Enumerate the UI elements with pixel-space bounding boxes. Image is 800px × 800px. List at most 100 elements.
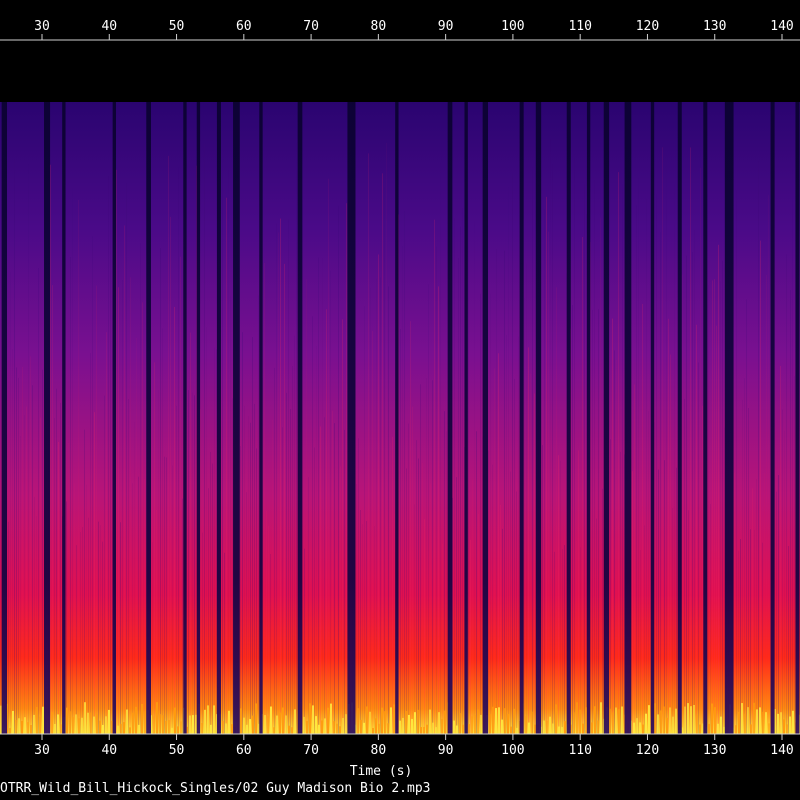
- texture-stripe: [672, 507, 673, 734]
- energy-fleck: [432, 722, 434, 734]
- texture-stripe: [422, 462, 423, 734]
- texture-stripe: [266, 510, 267, 734]
- bottom-tick-label: 60: [236, 743, 252, 758]
- texture-stripe: [34, 496, 35, 734]
- texture-stripe: [528, 347, 529, 734]
- texture-stripe: [516, 491, 517, 734]
- energy-fleck: [663, 706, 665, 734]
- energy-fleck: [204, 709, 206, 734]
- energy-fleck: [153, 716, 155, 734]
- texture-stripe: [612, 318, 613, 734]
- energy-fleck: [312, 705, 314, 734]
- texture-stripe: [12, 349, 13, 734]
- texture-stripe: [460, 226, 461, 734]
- texture-stripe: [666, 155, 667, 735]
- silence-band: [347, 102, 356, 734]
- texture-stripe: [510, 471, 511, 734]
- texture-stripe: [682, 274, 683, 734]
- texture-stripe: [582, 236, 583, 735]
- silence-band: [677, 102, 682, 734]
- texture-stripe: [778, 475, 779, 734]
- texture-stripe: [338, 205, 339, 734]
- texture-stripe: [720, 281, 721, 734]
- texture-stripe: [164, 456, 165, 734]
- texture-stripe: [414, 504, 415, 734]
- texture-stripe: [480, 293, 481, 734]
- texture-stripe: [138, 476, 139, 734]
- texture-stripe: [336, 553, 337, 734]
- bottom-tick-label: 100: [501, 743, 524, 758]
- energy-fleck: [72, 717, 74, 734]
- energy-fleck: [402, 717, 404, 734]
- bottom-tick-label: 40: [101, 743, 117, 758]
- energy-fleck: [33, 714, 35, 734]
- texture-stripe: [132, 483, 133, 734]
- texture-stripe: [312, 316, 313, 734]
- energy-fleck: [762, 711, 764, 734]
- texture-stripe: [610, 439, 611, 734]
- texture-stripe: [616, 359, 617, 734]
- texture-stripe: [272, 419, 273, 734]
- energy-fleck: [507, 714, 509, 734]
- energy-fleck: [318, 724, 320, 734]
- energy-fleck: [192, 715, 194, 734]
- texture-stripe: [710, 504, 711, 734]
- texture-stripe: [546, 196, 547, 735]
- texture-stripe: [746, 299, 747, 734]
- texture-stripe: [646, 199, 647, 735]
- texture-stripe: [16, 367, 17, 734]
- energy-fleck: [516, 727, 518, 734]
- energy-fleck: [270, 706, 272, 734]
- bottom-tick-label: 120: [636, 743, 659, 758]
- energy-fleck: [642, 724, 644, 734]
- bottom-tick-label: 30: [34, 743, 50, 758]
- texture-stripe: [594, 180, 595, 734]
- texture-stripe: [144, 479, 145, 734]
- texture-stripe: [8, 521, 9, 734]
- texture-stripe: [330, 270, 331, 734]
- texture-stripe: [374, 526, 375, 734]
- texture-stripe: [0, 318, 1, 734]
- silence-band: [62, 102, 66, 734]
- texture-stripe: [288, 219, 289, 735]
- top-tick-label: 110: [568, 19, 591, 34]
- texture-stripe: [74, 483, 75, 734]
- texture-stripe: [82, 527, 83, 734]
- texture-stripe: [618, 172, 619, 735]
- energy-fleck: [165, 720, 167, 734]
- texture-stripe: [36, 516, 37, 734]
- energy-fleck: [189, 715, 191, 734]
- texture-stripe: [20, 436, 21, 734]
- energy-fleck: [327, 707, 329, 734]
- texture-stripe: [210, 452, 211, 734]
- texture-stripe: [54, 418, 55, 734]
- texture-stripe: [166, 457, 167, 734]
- energy-fleck: [246, 724, 248, 734]
- energy-fleck: [633, 722, 635, 734]
- energy-fleck: [321, 720, 323, 734]
- energy-fleck: [324, 718, 326, 734]
- energy-fleck: [423, 726, 425, 734]
- texture-stripe: [560, 460, 561, 734]
- texture-stripe: [68, 442, 69, 734]
- energy-fleck: [18, 718, 20, 734]
- energy-fleck: [231, 724, 233, 734]
- texture-stripe: [518, 336, 519, 734]
- texture-stripe: [614, 350, 615, 734]
- texture-stripe: [100, 525, 101, 734]
- texture-stripe: [552, 164, 553, 734]
- energy-fleck: [273, 727, 275, 734]
- energy-fleck: [534, 724, 536, 734]
- energy-fleck: [756, 709, 758, 734]
- texture-stripe: [102, 541, 103, 734]
- texture-stripe: [782, 409, 783, 734]
- texture-stripe: [86, 484, 87, 734]
- energy-fleck: [480, 714, 482, 734]
- texture-stripe: [168, 155, 169, 734]
- silence-band: [464, 102, 468, 734]
- texture-stripe: [142, 302, 143, 734]
- energy-fleck: [744, 713, 746, 734]
- energy-fleck: [546, 720, 548, 734]
- texture-stripe: [190, 332, 191, 734]
- energy-fleck: [687, 703, 689, 734]
